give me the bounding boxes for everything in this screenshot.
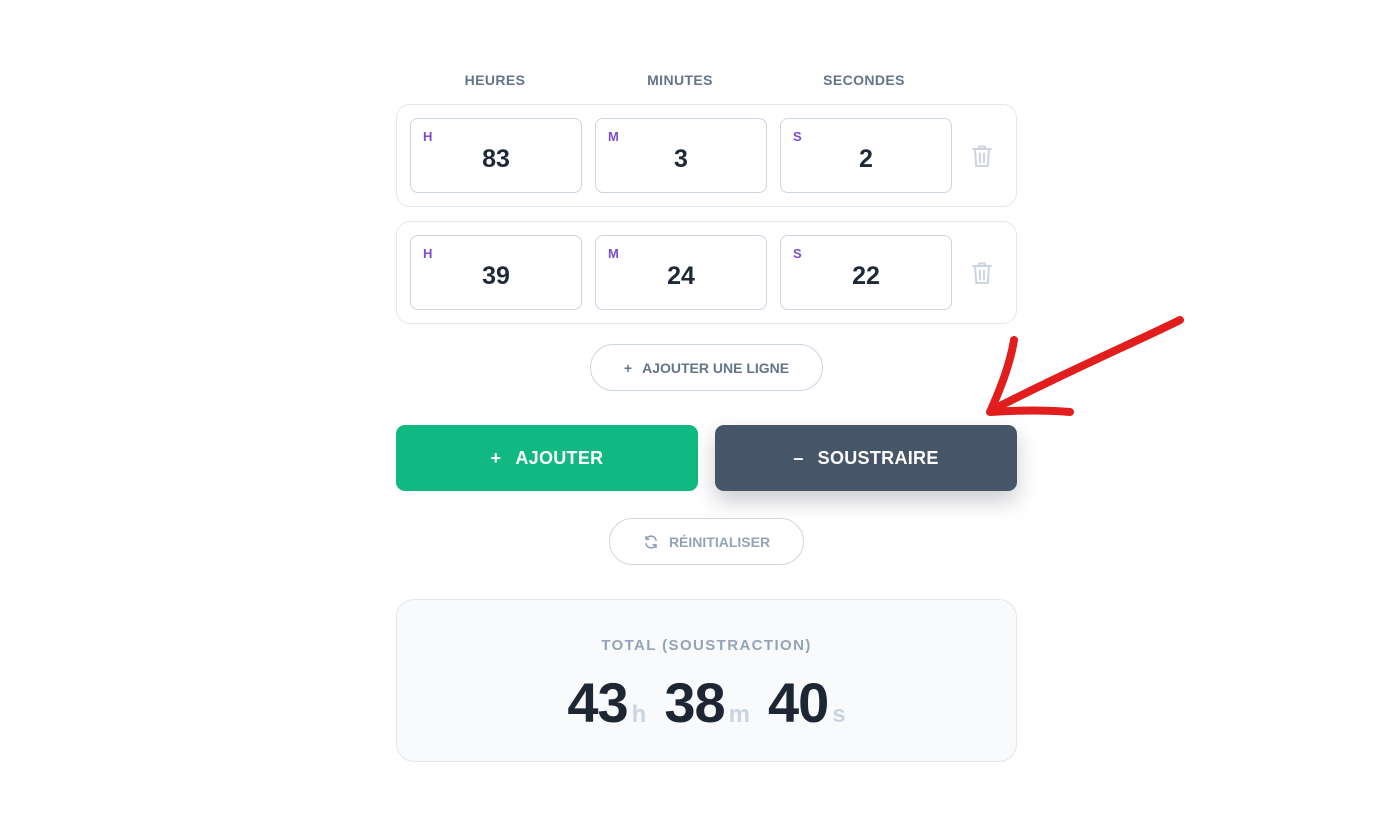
seconds-value[interactable]: 2: [781, 145, 951, 174]
minutes-value[interactable]: 24: [596, 262, 766, 291]
time-calculator: HEURES MINUTES SECONDES H 83 M 3 S 2 H 3…: [0, 0, 1396, 819]
total-card: TOTAL (SOUSTRACTION) 43 h 38 m 40 s: [396, 599, 1017, 762]
plus-icon: +: [490, 447, 502, 468]
red-arrow-annotation: [986, 316, 1184, 416]
seconds-input[interactable]: S 22: [780, 235, 952, 310]
header-seconds: SECONDES: [823, 72, 905, 88]
plus-icon: +: [623, 359, 633, 376]
hours-tag: H: [423, 246, 433, 261]
add-line-button[interactable]: + AJOUTER UNE LIGNE: [590, 344, 823, 391]
header-hours: HEURES: [464, 72, 526, 88]
add-button-label: AJOUTER: [515, 447, 604, 468]
hours-value[interactable]: 83: [411, 145, 581, 174]
trash-icon[interactable]: [970, 143, 994, 169]
hours-tag: H: [423, 129, 433, 144]
total-value: 43 h 38 m 40 s: [397, 670, 1016, 735]
total-label: TOTAL (SOUSTRACTION): [601, 637, 812, 654]
reset-button[interactable]: RÉINITIALISER: [609, 518, 804, 565]
minus-icon: –: [793, 447, 804, 468]
time-row-1: H 83 M 3 S 2: [396, 104, 1017, 207]
header-minutes: MINUTES: [647, 72, 713, 88]
hours-input[interactable]: H 39: [410, 235, 582, 310]
reset-label: RÉINITIALISER: [668, 533, 771, 550]
minutes-input[interactable]: M 24: [595, 235, 767, 310]
time-row-2: H 39 M 24 S 22: [396, 221, 1017, 324]
hours-value[interactable]: 39: [411, 262, 581, 291]
hours-unit: h: [631, 701, 647, 728]
minutes-tag: M: [608, 129, 619, 144]
minutes-unit: m: [728, 701, 750, 728]
subtract-button[interactable]: – SOUSTRAIRE: [715, 425, 1017, 491]
seconds-tag: S: [793, 129, 802, 144]
trash-icon[interactable]: [970, 260, 994, 286]
add-line-label: AJOUTER UNE LIGNE: [642, 359, 790, 376]
minutes-value[interactable]: 3: [596, 145, 766, 174]
subtract-button-label: SOUSTRAIRE: [817, 447, 939, 468]
seconds-unit: s: [832, 701, 846, 728]
seconds-value[interactable]: 22: [781, 262, 951, 291]
minutes-input[interactable]: M 3: [595, 118, 767, 193]
total-hours: 43: [567, 671, 628, 734]
refresh-icon: [645, 534, 657, 549]
minutes-tag: M: [608, 246, 619, 261]
total-seconds: 40: [767, 671, 829, 734]
add-button[interactable]: + AJOUTER: [396, 425, 698, 491]
hours-input[interactable]: H 83: [410, 118, 582, 193]
total-minutes: 38: [664, 671, 725, 734]
seconds-tag: S: [793, 246, 802, 261]
seconds-input[interactable]: S 2: [780, 118, 952, 193]
